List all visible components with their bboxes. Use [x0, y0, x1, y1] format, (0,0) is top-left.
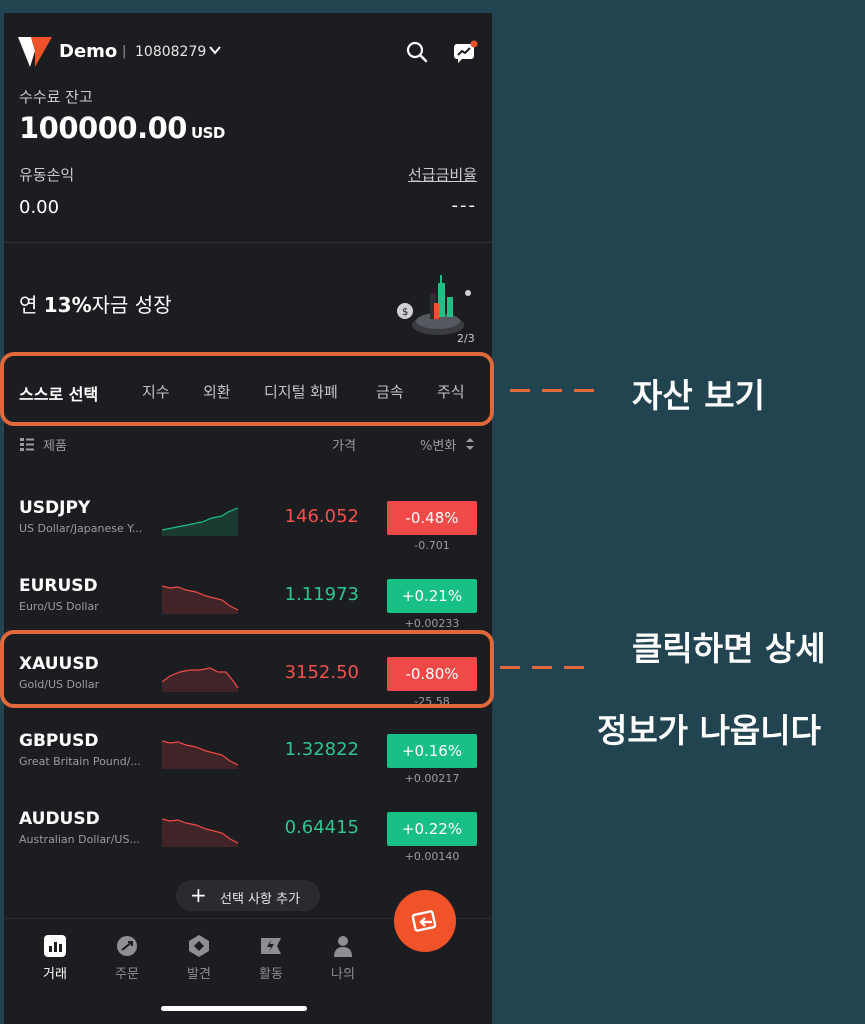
balance-label: 수수료 잔고	[19, 88, 93, 106]
account-separator: |	[122, 44, 127, 59]
sparkline-chart	[162, 507, 239, 536]
growth-chart-illustration: $	[397, 275, 471, 335]
instrument-description: Euro/US Dollar	[19, 600, 99, 613]
balance-amount: 100000.00 USD	[19, 111, 225, 145]
nav-orders[interactable]: 주문	[102, 935, 152, 982]
balance-currency: USD	[190, 124, 225, 142]
divider	[4, 242, 492, 243]
sparkline-chart	[162, 818, 239, 847]
change-percent-badge[interactable]: -0.48%	[387, 501, 477, 535]
instrument-symbol: GBPUSD	[19, 731, 99, 751]
nav-trade[interactable]: 거래	[30, 935, 80, 982]
nav-discover-label: 발견	[187, 967, 211, 982]
svg-text:$: $	[402, 307, 408, 318]
detail-caption-line1: 클릭하면 상세	[632, 629, 826, 668]
nav-orders-label: 주문	[115, 967, 139, 982]
instrument-price: 1.32822	[284, 739, 359, 760]
instrument-symbol: EURUSD	[19, 576, 98, 596]
header-product: 제품	[43, 439, 67, 454]
promo-banner-text[interactable]: 연 13%자금 성장	[19, 289, 172, 318]
margin-ratio-link[interactable]: 선급금비율	[408, 164, 477, 185]
promo-pager: 2/3	[457, 332, 475, 345]
account-id[interactable]: 10808279	[135, 44, 206, 60]
plus-icon: +	[190, 883, 207, 907]
nav-activity[interactable]: 활동	[246, 935, 296, 982]
instrument-row-audusd[interactable]: AUDUSD Australian Dollar/US... 0.64415 +0.2…	[4, 801, 492, 871]
instrument-description: Great Britain Pound/...	[19, 755, 141, 768]
change-absolute: +0.00140	[404, 850, 460, 863]
nav-me[interactable]: 나의	[318, 935, 368, 982]
sparkline-chart	[162, 740, 239, 769]
instrument-row-gbpusd[interactable]: GBPUSD Great Britain Pound/... 1.32822 +0.1…	[4, 723, 492, 793]
instrument-symbol: USDJPY	[19, 498, 91, 518]
sparkline-chart	[162, 585, 239, 614]
nav-trade-label: 거래	[43, 967, 67, 982]
message-icon[interactable]	[452, 40, 478, 64]
add-selection-label: 선택 사항 추가	[220, 892, 301, 907]
margin-ratio-value: ---	[451, 195, 477, 216]
discover-icon	[189, 935, 209, 957]
detail-caption-line2: 정보가 나옵니다	[597, 711, 822, 750]
change-absolute: +0.00217	[404, 772, 460, 785]
change-percent-badge[interactable]: +0.21%	[387, 579, 477, 613]
home-indicator	[161, 1006, 307, 1011]
floating-pl-label: 유동손익	[19, 166, 75, 184]
app-screen: Demo | 10808279 수수료 잔고 100000.00 USD 유동손익…	[4, 13, 492, 1024]
nav-activity-label: 활동	[259, 967, 283, 982]
chevron-down-icon[interactable]	[208, 43, 222, 57]
bar-chart-icon	[44, 935, 66, 957]
instrument-symbol: AUDUSD	[19, 809, 100, 829]
wallet-transfer-icon	[411, 910, 437, 932]
instrument-row-eurusd[interactable]: EURUSD Euro/US Dollar 1.11973 +0.21% +0.0023…	[4, 568, 492, 638]
instrument-row-usdjpy[interactable]: USDJPY US Dollar/Japanese Y... 146.052 -0.4…	[4, 490, 492, 560]
promo-suffix: 자금 성장	[91, 293, 172, 317]
instrument-description: Australian Dollar/US...	[19, 833, 140, 846]
change-percent-badge[interactable]: +0.16%	[387, 734, 477, 768]
user-icon	[334, 936, 352, 957]
account-name[interactable]: Demo	[59, 41, 117, 62]
order-icon	[117, 936, 137, 956]
xauusd-row-highlight	[0, 630, 494, 708]
table-header: 제품 가격 %변화	[4, 435, 492, 455]
asset-view-caption: 자산 보기	[632, 376, 765, 415]
instrument-price: 1.11973	[284, 584, 359, 605]
add-selection-button[interactable]: + 선택 사항 추가	[176, 880, 320, 911]
nav-discover[interactable]: 발견	[174, 935, 224, 982]
nav-me-label: 나의	[331, 967, 355, 982]
promo-prefix: 연	[19, 293, 44, 317]
header-change[interactable]: %변화	[420, 435, 456, 454]
change-absolute: +0.00233	[404, 617, 460, 630]
quick-trade-button[interactable]	[394, 890, 456, 952]
instrument-price: 146.052	[284, 506, 359, 527]
change-percent-badge[interactable]: +0.22%	[387, 812, 477, 846]
asset-tabs-highlight	[0, 352, 494, 426]
activity-icon	[261, 938, 281, 954]
list-icon[interactable]	[20, 437, 34, 451]
promo-rate: 13%	[43, 293, 92, 317]
sort-icon[interactable]	[466, 438, 474, 450]
asset-view-connector	[510, 389, 606, 392]
detail-connector	[500, 666, 596, 669]
floating-pl-value: 0.00	[19, 197, 60, 218]
header-price: 가격	[332, 439, 356, 454]
instrument-price: 0.64415	[284, 817, 359, 838]
top-bar: Demo | 10808279	[4, 35, 492, 69]
change-absolute: -0.701	[414, 539, 450, 552]
vantage-logo	[18, 37, 52, 67]
instrument-description: US Dollar/Japanese Y...	[19, 522, 143, 535]
search-icon[interactable]	[405, 40, 429, 64]
balance-value: 100000.00	[19, 111, 187, 145]
